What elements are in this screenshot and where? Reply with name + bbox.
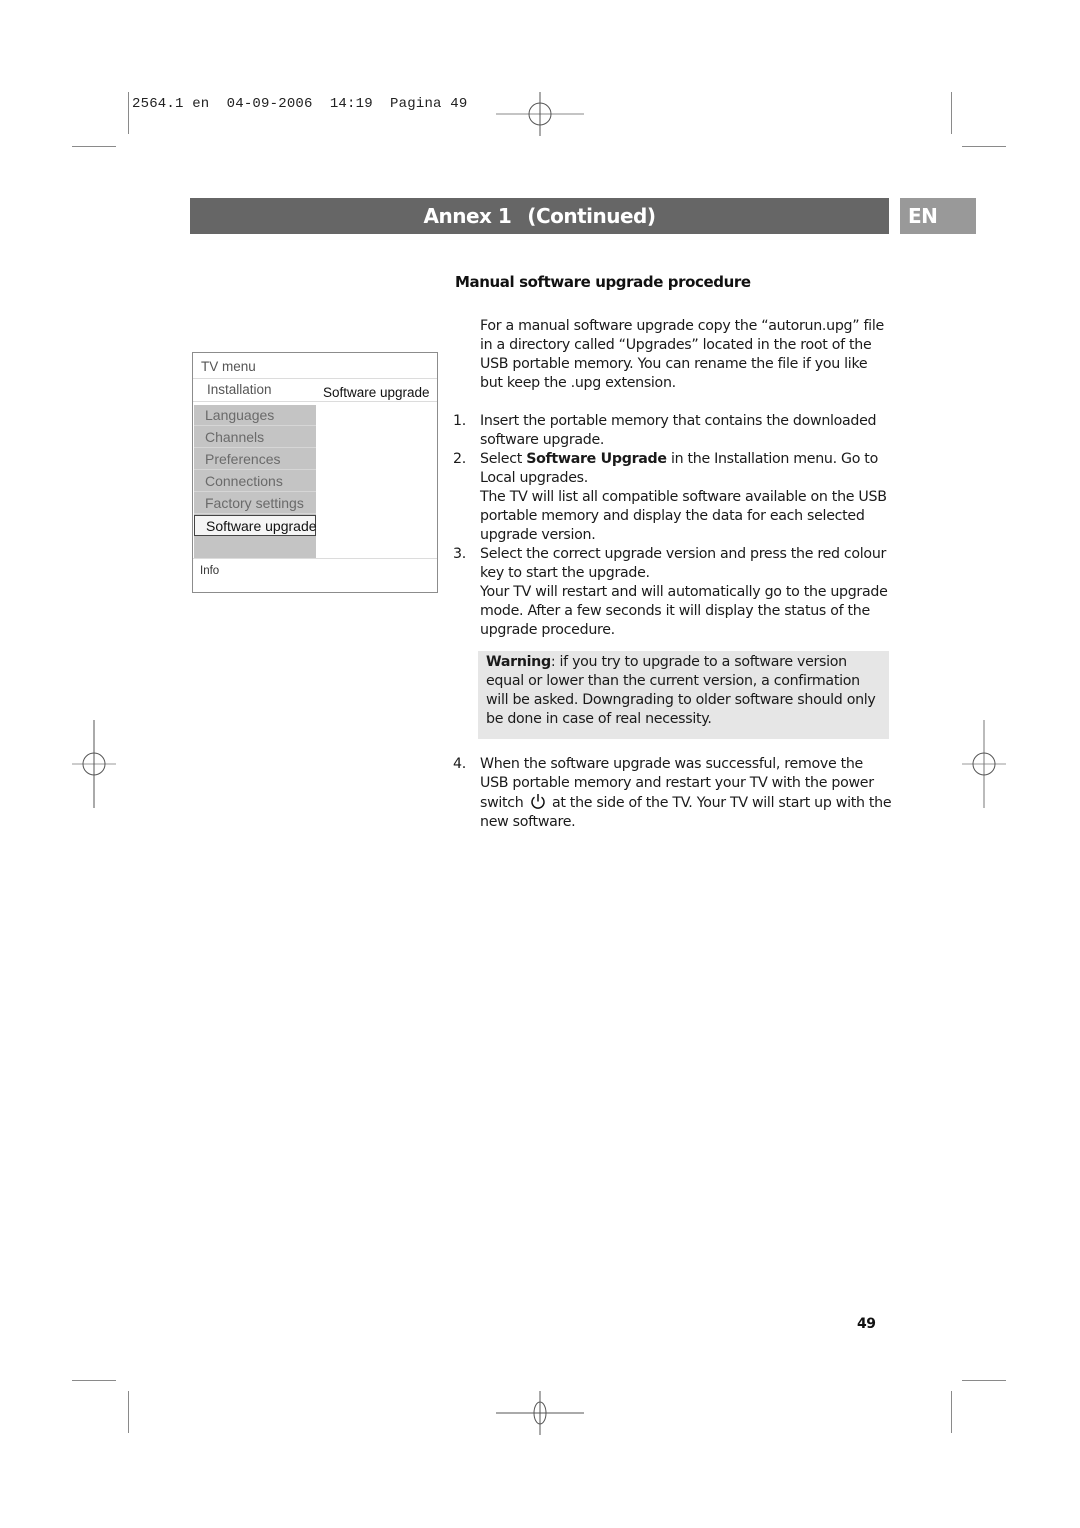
registration-mark-icon [496,1391,584,1435]
tv-menu-item-factory-settings: Factory settings [194,493,316,514]
registration-mark-icon [962,720,1006,808]
print-slug: 2564.1 en 04-09-2006 14:19 Pagina 49 [132,96,468,112]
banner-subtitle: (Continued) [527,204,656,228]
step-text: Select [480,451,527,467]
step-number: 3. [453,546,466,562]
step-text: Select the correct upgrade version and p… [480,546,887,581]
tv-menu-list: Languages Channels Preferences Connectio… [194,405,317,559]
tv-menu-info: Info [200,565,220,577]
step-3: 3. Select the correct upgrade version an… [453,545,893,640]
crop-mark [72,146,116,147]
steps-list: 1. Insert the portable memory that conta… [453,412,893,640]
step-detail: Your TV will restart and will automatica… [480,584,888,638]
tv-menu-illustration: TV menu Installation Software upgrade La… [192,352,438,593]
step-number: 2. [453,451,466,467]
section-title: Manual software upgrade procedure [455,273,751,291]
tv-menu-item-channels: Channels [194,427,316,448]
divider [193,378,437,379]
step-1: 1. Insert the portable memory that conta… [453,412,893,450]
divider [193,558,437,559]
power-icon [530,794,545,809]
tv-menu-breadcrumb: Installation [207,382,272,397]
page-number: 49 [857,1316,876,1332]
crop-mark [128,92,129,134]
registration-mark-icon [496,92,584,136]
banner-title: Annex 1 [423,204,512,228]
step-detail: The TV will list all compatible software… [480,489,887,543]
step-text: Insert the portable memory that contains… [480,413,877,448]
tv-menu-item-software-upgrade: Software upgrade [194,515,317,536]
step-number: 1. [453,413,466,429]
crop-mark [951,92,952,134]
step-4: 4. When the software upgrade was success… [453,755,893,832]
intro-paragraph: For a manual software upgrade copy the “… [480,318,884,391]
tv-menu-title: TV menu [201,359,256,374]
warning-box: Warning: if you try to upgrade to a soft… [478,651,889,739]
step-number: 4. [453,756,466,772]
crop-mark [951,1391,952,1433]
language-tab: EN [900,198,976,234]
step-2: 2. Select Software Upgrade in the Instal… [453,450,893,545]
tv-menu-panel-title: Software upgrade [323,385,430,400]
crop-mark [962,146,1006,147]
registration-mark-icon [72,720,116,808]
step-emphasis: Software Upgrade [526,451,667,467]
tv-menu-item-connections: Connections [194,471,316,492]
crop-mark [72,1380,116,1381]
crop-mark [128,1391,129,1433]
steps-list-continued: 4. When the software upgrade was success… [453,755,893,832]
warning-label: Warning [486,654,551,670]
crop-mark [962,1380,1006,1381]
section-banner: Annex 1 (Continued) [190,198,889,234]
tv-menu-item-preferences: Preferences [194,449,316,470]
divider [193,401,437,402]
tv-menu-item-languages: Languages [194,405,316,426]
